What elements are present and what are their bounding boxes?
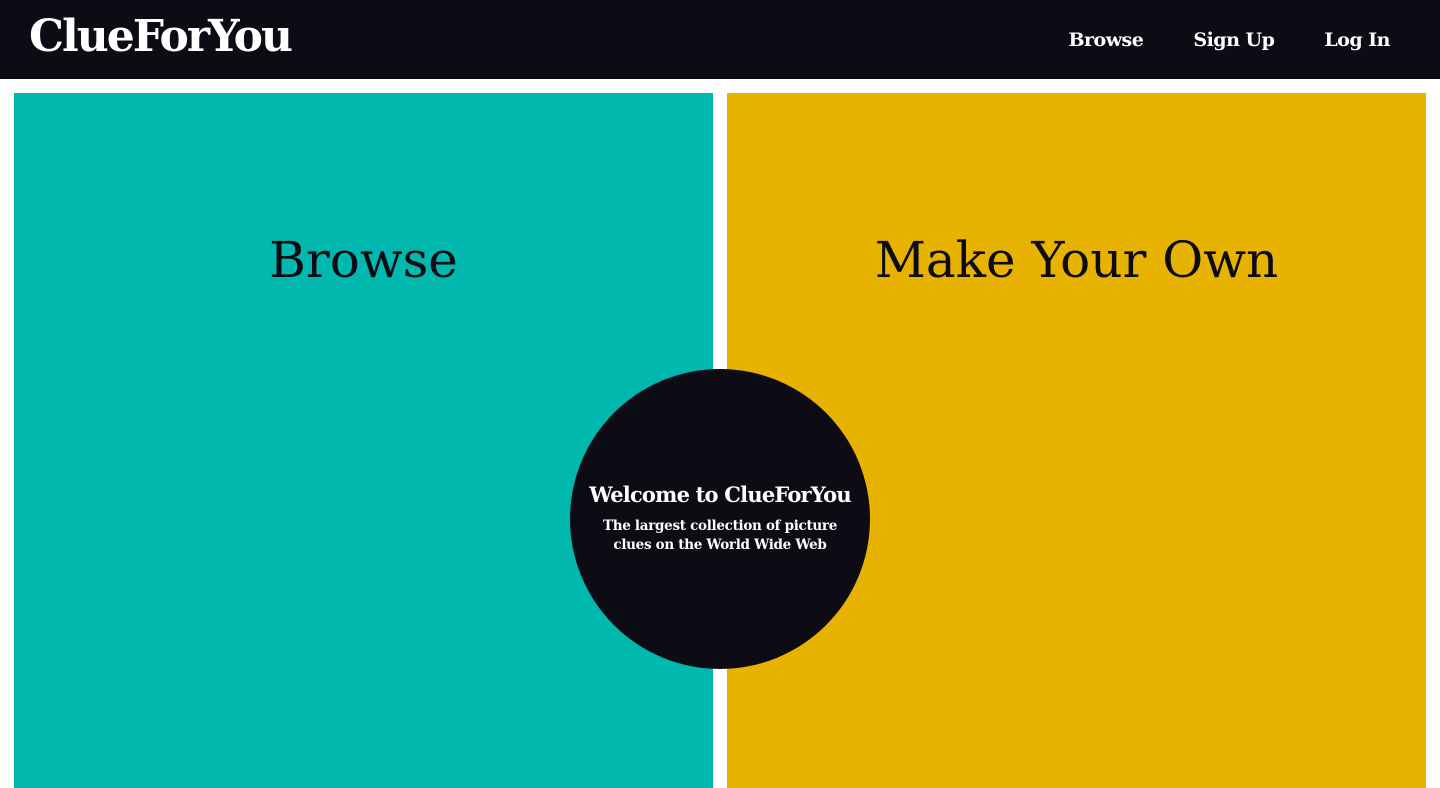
browse-panel-title: Browse bbox=[269, 231, 458, 289]
top-navbar: ClueForYou Browse Sign Up Log In bbox=[0, 0, 1440, 79]
main-nav: Browse Sign Up Log In bbox=[1068, 0, 1390, 79]
nav-browse-link[interactable]: Browse bbox=[1068, 29, 1143, 51]
welcome-badge: Welcome to ClueForYou The largest collec… bbox=[570, 369, 870, 669]
nav-login-link[interactable]: Log In bbox=[1324, 29, 1390, 51]
make-your-own-panel-title: Make Your Own bbox=[874, 231, 1279, 289]
nav-signup-link[interactable]: Sign Up bbox=[1193, 29, 1275, 51]
welcome-subtitle: The largest collection of picture clues … bbox=[602, 518, 838, 553]
site-logo[interactable]: ClueForYou bbox=[29, 8, 293, 66]
welcome-title: Welcome to ClueForYou bbox=[589, 482, 852, 507]
